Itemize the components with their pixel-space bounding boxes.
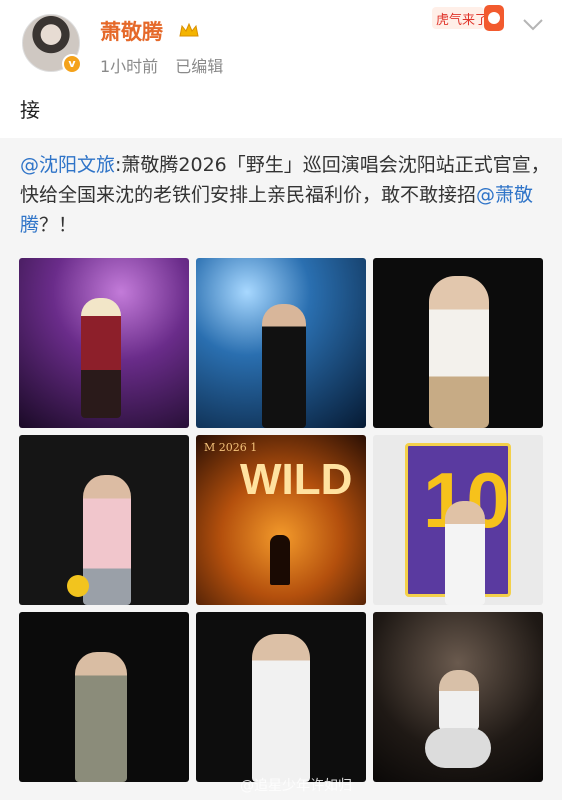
wild-title: WILD (240, 455, 353, 504)
verified-badge-icon: v (62, 54, 82, 74)
photo-2[interactable] (196, 258, 366, 428)
performer-figure (83, 475, 131, 605)
photo-6-tarot[interactable]: 10 (373, 435, 543, 605)
photo-5-wild-poster[interactable]: M 2026 1 WILD (196, 435, 366, 605)
post-time: 1小时前 (100, 57, 159, 76)
crown-icon (179, 22, 199, 37)
chevron-down-icon[interactable] (522, 18, 544, 32)
repost-text: @沈阳文旅:萧敬腾2026「野生」巡回演唱会沈阳站正式官宣，快给全国来沈的老铁们… (20, 150, 550, 240)
post-header: v 萧敬腾 1小时前 已编辑 虎气来了 (0, 0, 562, 90)
performer-figure (429, 276, 489, 428)
repost-suffix: ？！ (39, 214, 78, 236)
drum-kit (425, 728, 491, 768)
username[interactable]: 萧敬腾 (100, 16, 163, 46)
mention-shenyang[interactable]: @沈阳文旅 (20, 154, 115, 176)
performer-figure (439, 670, 479, 730)
edited-label: 已编辑 (175, 57, 224, 76)
performer-figure (81, 298, 121, 418)
photo-4[interactable] (19, 435, 189, 605)
post-text: 接 (20, 98, 40, 122)
svg-text:虎气来了: 虎气来了 (436, 12, 488, 28)
poster-top-text: M 2026 1 (204, 441, 258, 454)
performer-figure (445, 501, 485, 605)
photo-8[interactable] (196, 612, 366, 782)
performer-figure (252, 634, 310, 782)
performer-figure (75, 652, 127, 782)
watermark-text: @追星少年许如归 (240, 778, 352, 794)
photo-7[interactable] (19, 612, 189, 782)
duck-toy (67, 575, 89, 597)
silhouette (270, 535, 290, 585)
photo-3[interactable] (373, 258, 543, 428)
post-meta: 1小时前 已编辑 (100, 53, 223, 77)
tiger-sticker-icon: 虎气来了 (432, 5, 504, 31)
photo-grid: M 2026 1 WILD 10 (19, 258, 543, 782)
photo-9-drummer[interactable] (373, 612, 543, 782)
performer-figure (262, 304, 306, 428)
photo-1[interactable] (19, 258, 189, 428)
